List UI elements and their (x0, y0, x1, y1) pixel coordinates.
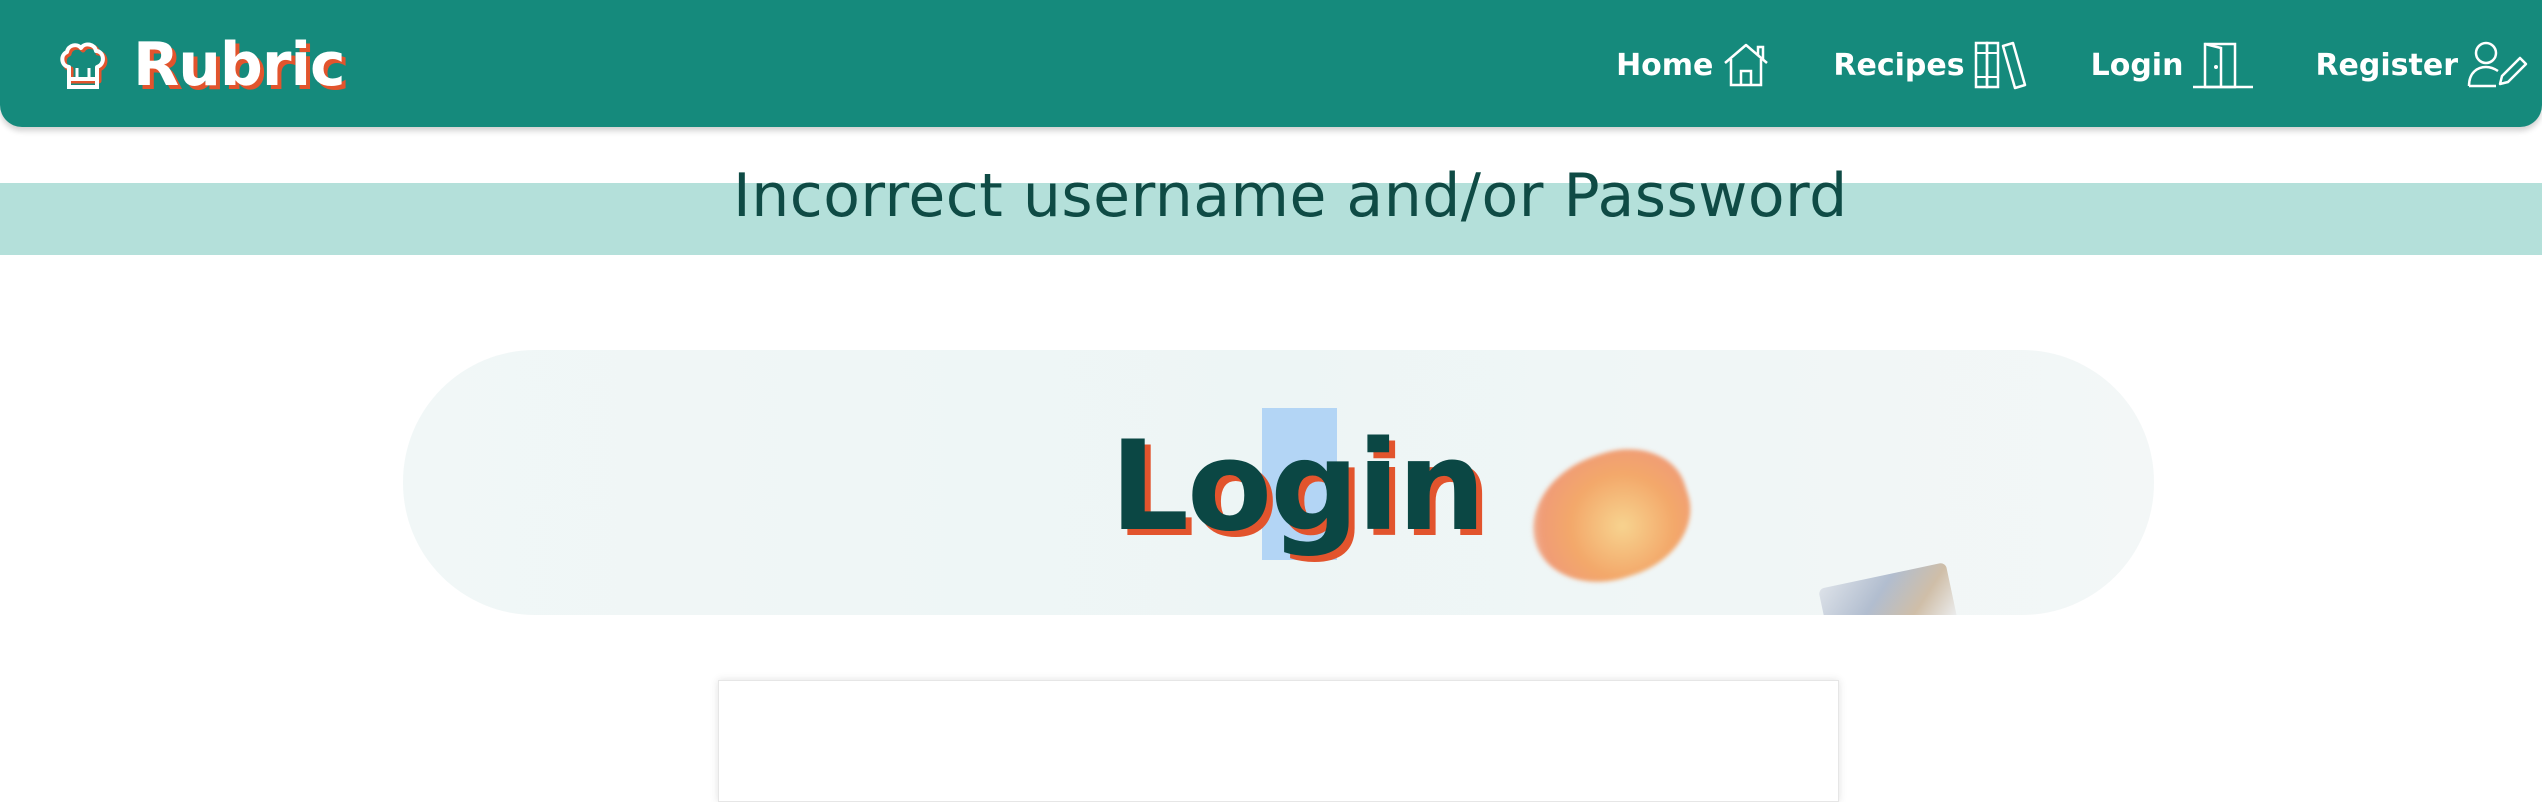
nav-home-link[interactable]: Home (1616, 41, 1771, 89)
navbar: Rubric Home Recipes Login Register (0, 0, 2542, 127)
brand-logo[interactable]: Rubric (55, 30, 346, 100)
door-icon (2193, 42, 2254, 89)
nav-login-link[interactable]: Login (2091, 40, 2256, 90)
nav-register-label: Register (2315, 47, 2458, 83)
hero-background-photo (1818, 562, 1958, 615)
login-form-card (718, 680, 1839, 802)
login-hero: Login (403, 350, 2154, 615)
nav-home-label: Home (1616, 47, 1714, 83)
house-icon (1724, 43, 1769, 87)
nav-recipes-label: Recipes (1833, 47, 1965, 83)
nav-recipes-link[interactable]: Recipes (1833, 40, 2030, 90)
hero-background-image (1515, 432, 1707, 601)
nav-login-label: Login (2090, 47, 2184, 83)
user-pen-icon (2467, 41, 2528, 88)
nav-register-link[interactable]: Register (2315, 40, 2528, 90)
brand-name: Rubric (133, 30, 346, 100)
main-nav: Home Recipes Login Register (1616, 30, 2542, 100)
books-icon (1974, 41, 2026, 90)
chef-hat-icon (60, 42, 108, 89)
error-alert-message: Incorrect username and/or Password (733, 161, 1848, 231)
page-title: Login (1110, 415, 1486, 559)
